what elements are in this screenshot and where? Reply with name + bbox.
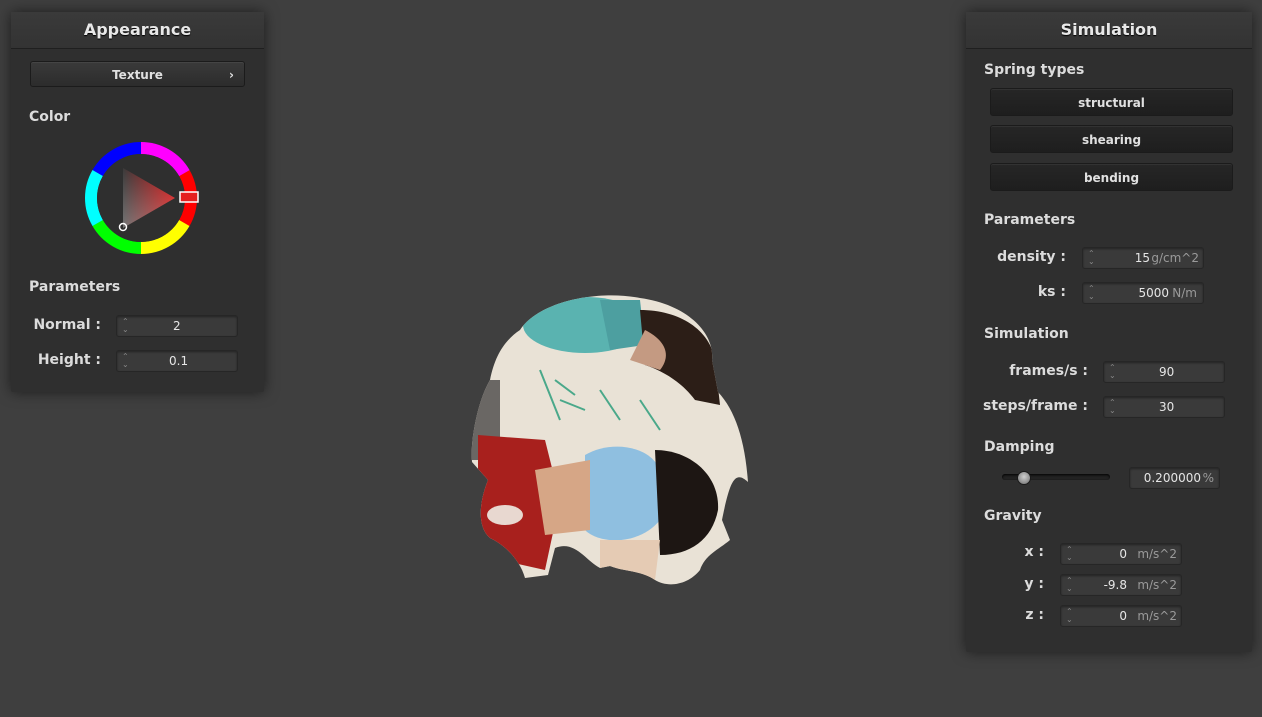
steps-label: steps/frame :: [983, 398, 1088, 414]
texture-button-label: Texture: [112, 68, 163, 82]
simulation-panel: Simulation Spring types structural shear…: [966, 12, 1252, 652]
spinner-icon[interactable]: ⌃ ⌄: [1109, 364, 1117, 380]
spinner-icon[interactable]: ⌃ ⌄: [1109, 399, 1117, 415]
simulation-section-label: Simulation: [984, 326, 1069, 342]
ks-input[interactable]: ⌃ ⌄ 5000 N/m: [1082, 282, 1204, 304]
chevron-right-icon: ›: [229, 68, 234, 82]
density-input[interactable]: ⌃ ⌄ 15 g/cm^2: [1082, 247, 1204, 269]
hue-selector-marker: [179, 191, 199, 203]
gravity-x-input[interactable]: ⌃ ⌄ 0 m/s^2: [1060, 543, 1182, 565]
frames-label: frames/s :: [1009, 363, 1088, 379]
gravity-y-input[interactable]: ⌃ ⌄ -9.8 m/s^2: [1060, 574, 1182, 596]
height-input[interactable]: ⌃ ⌄ 0.1: [116, 350, 238, 372]
spinner-icon[interactable]: ⌃ ⌄: [122, 318, 130, 334]
simulation-panel-title: Simulation: [966, 12, 1252, 49]
color-section-label: Color: [29, 109, 71, 125]
damping-slider-knob[interactable]: [1016, 471, 1031, 485]
ks-label: ks :: [1037, 284, 1066, 300]
shearing-button[interactable]: shearing: [990, 125, 1233, 153]
spring-types-label: Spring types: [984, 62, 1085, 78]
gravity-label: Gravity: [984, 508, 1042, 524]
damping-label: Damping: [984, 439, 1055, 455]
gravity-z-label: z :: [1025, 607, 1044, 623]
spinner-icon[interactable]: ⌃ ⌄: [1066, 577, 1074, 593]
appearance-panel-title: Appearance: [11, 12, 264, 49]
color-wheel[interactable]: [83, 140, 203, 260]
structural-button[interactable]: structural: [990, 88, 1233, 116]
spinner-icon[interactable]: ⌃ ⌄: [122, 353, 130, 369]
gravity-z-input[interactable]: ⌃ ⌄ 0 m/s^2: [1060, 605, 1182, 627]
gravity-x-label: x :: [1024, 544, 1044, 560]
normal-label: Normal :: [33, 317, 101, 333]
spinner-icon[interactable]: ⌃ ⌄: [1066, 608, 1074, 624]
frames-input[interactable]: ⌃ ⌄ 90: [1103, 361, 1225, 383]
appearance-parameters-label: Parameters: [29, 279, 121, 295]
spinner-icon[interactable]: ⌃ ⌄: [1066, 546, 1074, 562]
gravity-y-label: y :: [1024, 576, 1044, 592]
sim-parameters-label: Parameters: [984, 212, 1076, 228]
appearance-panel: Appearance Texture › Color Parameters No…: [11, 12, 264, 392]
spinner-icon[interactable]: ⌃ ⌄: [1088, 250, 1096, 266]
bending-button[interactable]: bending: [990, 163, 1233, 191]
cloth-texture: [471, 295, 748, 585]
spinner-icon[interactable]: ⌃ ⌄: [1088, 285, 1096, 301]
density-label: density :: [997, 249, 1066, 265]
steps-input[interactable]: ⌃ ⌄ 30: [1103, 396, 1225, 418]
damping-input[interactable]: 0.200000 %: [1129, 467, 1220, 489]
texture-button[interactable]: Texture ›: [30, 61, 245, 87]
height-label: Height :: [37, 352, 101, 368]
normal-input[interactable]: ⌃ ⌄ 2: [116, 315, 238, 337]
